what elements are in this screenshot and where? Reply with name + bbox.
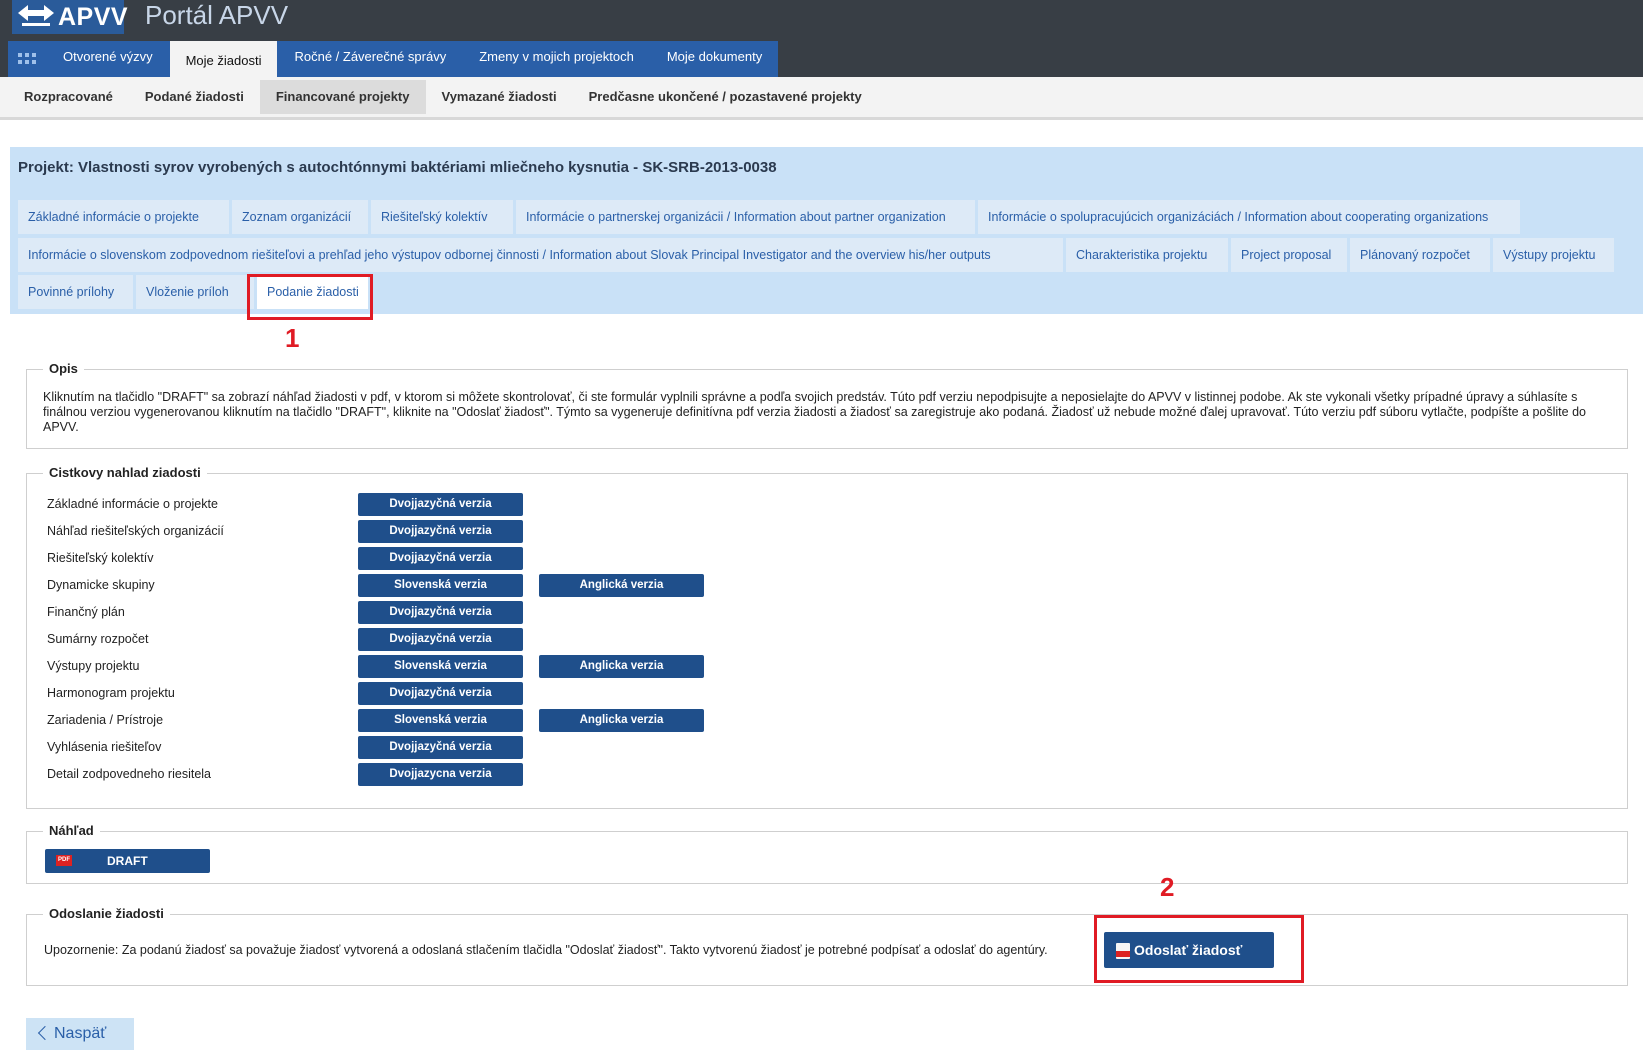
subnav-predcasne-ukoncene[interactable]: Predčasne ukončené / pozastavené projekt… (573, 80, 878, 114)
top-bar: APVV Portál APVV Otvorené výzvy Moje žia… (0, 0, 1643, 77)
tab-zakladne-informacie[interactable]: Základné informácie o projekte (18, 200, 229, 234)
chevron-left-icon (37, 1025, 53, 1041)
main-nav: Otvorené výzvy Moje žiadosti Ročné / Záv… (8, 41, 779, 77)
row-label-vyhlasenia: Vyhlásenia riešiteľov (47, 740, 162, 754)
odoslanie-legend: Odoslanie žiadosti (43, 906, 170, 921)
double-arrow-logo-icon (18, 4, 54, 30)
tab-planovany-rozpocet[interactable]: Plánovaný rozpočet (1350, 238, 1490, 272)
nav-rocne-zaverecne-spravy[interactable]: Ročné / Záverečné správy (277, 41, 462, 77)
logo-text: APVV (58, 2, 129, 31)
pdf-icon: PDF (56, 855, 72, 866)
row-label-zariadenia: Zariadenia / Prístroje (47, 713, 164, 727)
sub-nav: Rozpracované Podané žiadosti Financované… (0, 77, 1643, 120)
project-title: Projekt: Vlastnosti syrov vyrobených s a… (18, 159, 777, 176)
tab-riesitelsky-kolektiv[interactable]: Riešiteľský kolektív (371, 200, 513, 234)
marker-2: 2 (1160, 872, 1175, 902)
back-button[interactable]: Naspäť (26, 1018, 134, 1050)
opis-section: Opis Kliknutím na tlačidlo "DRAFT" sa zo… (26, 361, 1628, 449)
bilingual-button-nahlad-organizacii[interactable]: Dvojjazyčná verzia (358, 520, 523, 543)
opis-text: Kliknutím na tlačidlo "DRAFT" sa zobrazí… (43, 390, 1586, 434)
row-label-riesitelsky-kolektiv: Riešiteľský kolektív (47, 551, 154, 565)
nav-otvorene-vyzvy[interactable]: Otvorené výzvy (46, 41, 169, 77)
nav-moje-dokumenty[interactable]: Moje dokumenty (649, 41, 778, 77)
slovak-button-vystupy-projektu[interactable]: Slovenská verzia (358, 655, 523, 678)
highlight-box-podanie (247, 274, 373, 320)
opis-legend: Opis (43, 361, 84, 376)
subnav-rozpracovane[interactable]: Rozpracované (8, 80, 129, 114)
apps-grid-icon[interactable] (8, 41, 46, 77)
nav-zmeny-v-projektoch[interactable]: Zmeny v mojich projektoch (462, 41, 650, 77)
draft-label: DRAFT (107, 854, 148, 868)
tab-vlozenie-priloh[interactable]: Vloženie príloh (136, 275, 254, 309)
nahlad-legend: Náhľad (43, 823, 100, 838)
slovak-button-dynamicke-skupiny[interactable]: Slovenská verzia (358, 574, 523, 597)
tab-vystupy-projektu[interactable]: Výstupy projektu (1493, 238, 1614, 272)
back-label: Naspäť (54, 1025, 107, 1042)
bilingual-button-zakladne-informacie[interactable]: Dvojjazyčná verzia (358, 493, 523, 516)
marker-1: 1 (285, 323, 300, 353)
english-button-dynamicke-skupiny[interactable]: Anglická verzia (539, 574, 704, 597)
subnav-vymazane-ziadosti[interactable]: Vymazané žiadosti (426, 80, 573, 114)
english-button-vystupy-projektu[interactable]: Anglicka verzia (539, 655, 704, 678)
draft-button[interactable]: PDF DRAFT (45, 849, 210, 873)
tab-povinne-prilohy[interactable]: Povinné prílohy (18, 275, 133, 309)
tab-zodpovedny-riesitel[interactable]: Informácie o slovenskom zodpovednom rieš… (18, 238, 1063, 272)
tab-spolupracujuce-organizacie[interactable]: Informácie o spolupracujúcich organizáci… (978, 200, 1520, 234)
row-label-sumarny-rozpocet: Sumárny rozpočet (47, 632, 149, 646)
nahlad-section: Náhľad (26, 823, 1628, 884)
nav-moje-ziadosti[interactable]: Moje žiadosti (168, 41, 278, 77)
row-label-detail-riesitela: Detail zodpovedneho riesitela (47, 767, 211, 781)
row-label-vystupy-projektu: Výstupy projektu (47, 659, 140, 673)
portal-title: Portál APVV (145, 0, 289, 30)
upozornenie-text: Upozornenie: Za podanú žiadosť sa považu… (44, 943, 1048, 957)
preview-section: Cistkovy nahlad ziadosti (26, 465, 1628, 809)
slovak-button-zariadenia[interactable]: Slovenská verzia (358, 709, 523, 732)
bilingual-button-detail-riesitela[interactable]: Dvojjazycna verzia (358, 763, 523, 786)
bilingual-button-financny-plan[interactable]: Dvojjazyčná verzia (358, 601, 523, 624)
apvv-logo[interactable]: APVV (12, 0, 128, 34)
tab-partnerska-organizacia[interactable]: Informácie o partnerskej organizácii / I… (516, 200, 975, 234)
tab-charakteristika-projektu[interactable]: Charakteristika projektu (1066, 238, 1228, 272)
row-label-dynamicke-skupiny: Dynamicke skupiny (47, 578, 155, 592)
subnav-podane-ziadosti[interactable]: Podané žiadosti (129, 80, 260, 114)
row-label-financny-plan: Finančný plán (47, 605, 125, 619)
subnav-financovane-projekty[interactable]: Financované projekty (259, 80, 426, 114)
tab-project-proposal[interactable]: Project proposal (1231, 238, 1347, 272)
bilingual-button-vyhlasenia[interactable]: Dvojjazyčná verzia (358, 736, 523, 759)
bilingual-button-harmonogram[interactable]: Dvojjazyčná verzia (358, 682, 523, 705)
row-label-harmonogram: Harmonogram projektu (47, 686, 175, 700)
page: APVV Portál APVV Otvorené výzvy Moje žia… (0, 0, 1643, 1059)
english-button-zariadenia[interactable]: Anglicka verzia (539, 709, 704, 732)
preview-legend: Cistkovy nahlad ziadosti (43, 465, 207, 480)
row-label-zakladne-informacie: Základné informácie o projekte (47, 497, 218, 511)
tab-zoznam-organizacii[interactable]: Zoznam organizácií (232, 200, 368, 234)
row-label-nahlad-organizacii: Náhľad riešiteľských organizácií (47, 524, 224, 538)
bilingual-button-sumarny-rozpocet[interactable]: Dvojjazyčná verzia (358, 628, 523, 651)
bilingual-button-riesitelsky-kolektiv[interactable]: Dvojjazyčná verzia (358, 547, 523, 570)
highlight-box-odoslat (1094, 915, 1304, 983)
